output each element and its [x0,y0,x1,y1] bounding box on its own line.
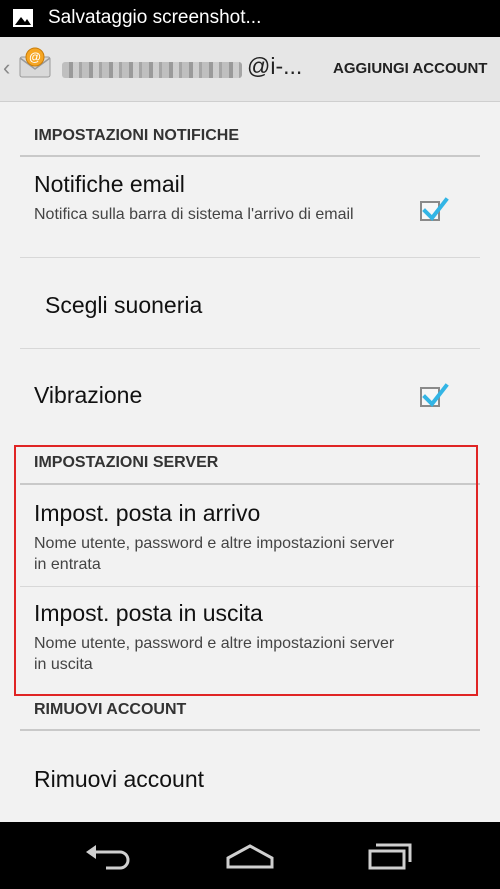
action-bar: ‹ @ @i-... AGGIUNGI ACCOUNT [0,37,500,102]
account-domain: @i-... [247,53,303,79]
checkmark-icon [422,383,449,408]
back-icon[interactable] [80,840,140,872]
home-icon[interactable] [220,840,280,872]
status-notification-text: Salvataggio screenshot... [48,7,262,28]
pref-summary: Notifica sulla barra di sistema l'arrivo… [34,206,354,223]
pref-summary: Nome utente, password e altre impostazio… [34,635,395,673]
pref-vibration[interactable]: Vibrazione [0,349,500,439]
navigation-bar [0,822,500,889]
up-caret-icon[interactable]: ‹ [3,55,10,81]
pref-title: Notifiche email [34,171,185,197]
pref-title: Impost. posta in arrivo [34,500,261,526]
pref-remove-account[interactable]: Rimuovi account [0,731,500,822]
svg-text:@: @ [29,50,41,64]
section-header-remove: RIMUOVI ACCOUNT [34,701,187,718]
pref-title: Vibrazione [34,382,143,408]
redacted-account-name [62,62,242,78]
checkmark-icon [422,197,449,222]
pref-email-notifications[interactable]: Notifiche email Notifica sulla barra di … [0,157,500,257]
section-header-notifications: IMPOSTAZIONI NOTIFICHE [34,127,240,144]
pref-incoming-server[interactable]: Impost. posta in arrivo Nome utente, pas… [0,485,500,585]
vibration-checkbox[interactable] [420,383,449,408]
section-header-server: IMPOSTAZIONI SERVER [34,454,219,471]
add-account-button[interactable]: AGGIUNGI ACCOUNT [333,60,487,77]
pref-title: Rimuovi account [34,766,205,792]
settings-list[interactable]: IMPOSTAZIONI NOTIFICHE Notifiche email N… [0,102,500,822]
pref-outgoing-server[interactable]: Impost. posta in uscita Nome utente, pas… [0,587,500,687]
pref-title: Scegli suoneria [45,292,203,318]
email-app-icon[interactable]: @ [18,47,52,81]
recent-apps-icon[interactable] [360,840,420,872]
image-icon [12,8,34,28]
status-bar: Salvataggio screenshot... [0,0,500,37]
pref-title: Impost. posta in uscita [34,600,263,626]
email-notifications-checkbox[interactable] [420,197,449,222]
pref-summary: Nome utente, password e altre impostazio… [34,535,395,573]
pref-choose-ringtone[interactable]: Scegli suoneria [0,258,500,348]
